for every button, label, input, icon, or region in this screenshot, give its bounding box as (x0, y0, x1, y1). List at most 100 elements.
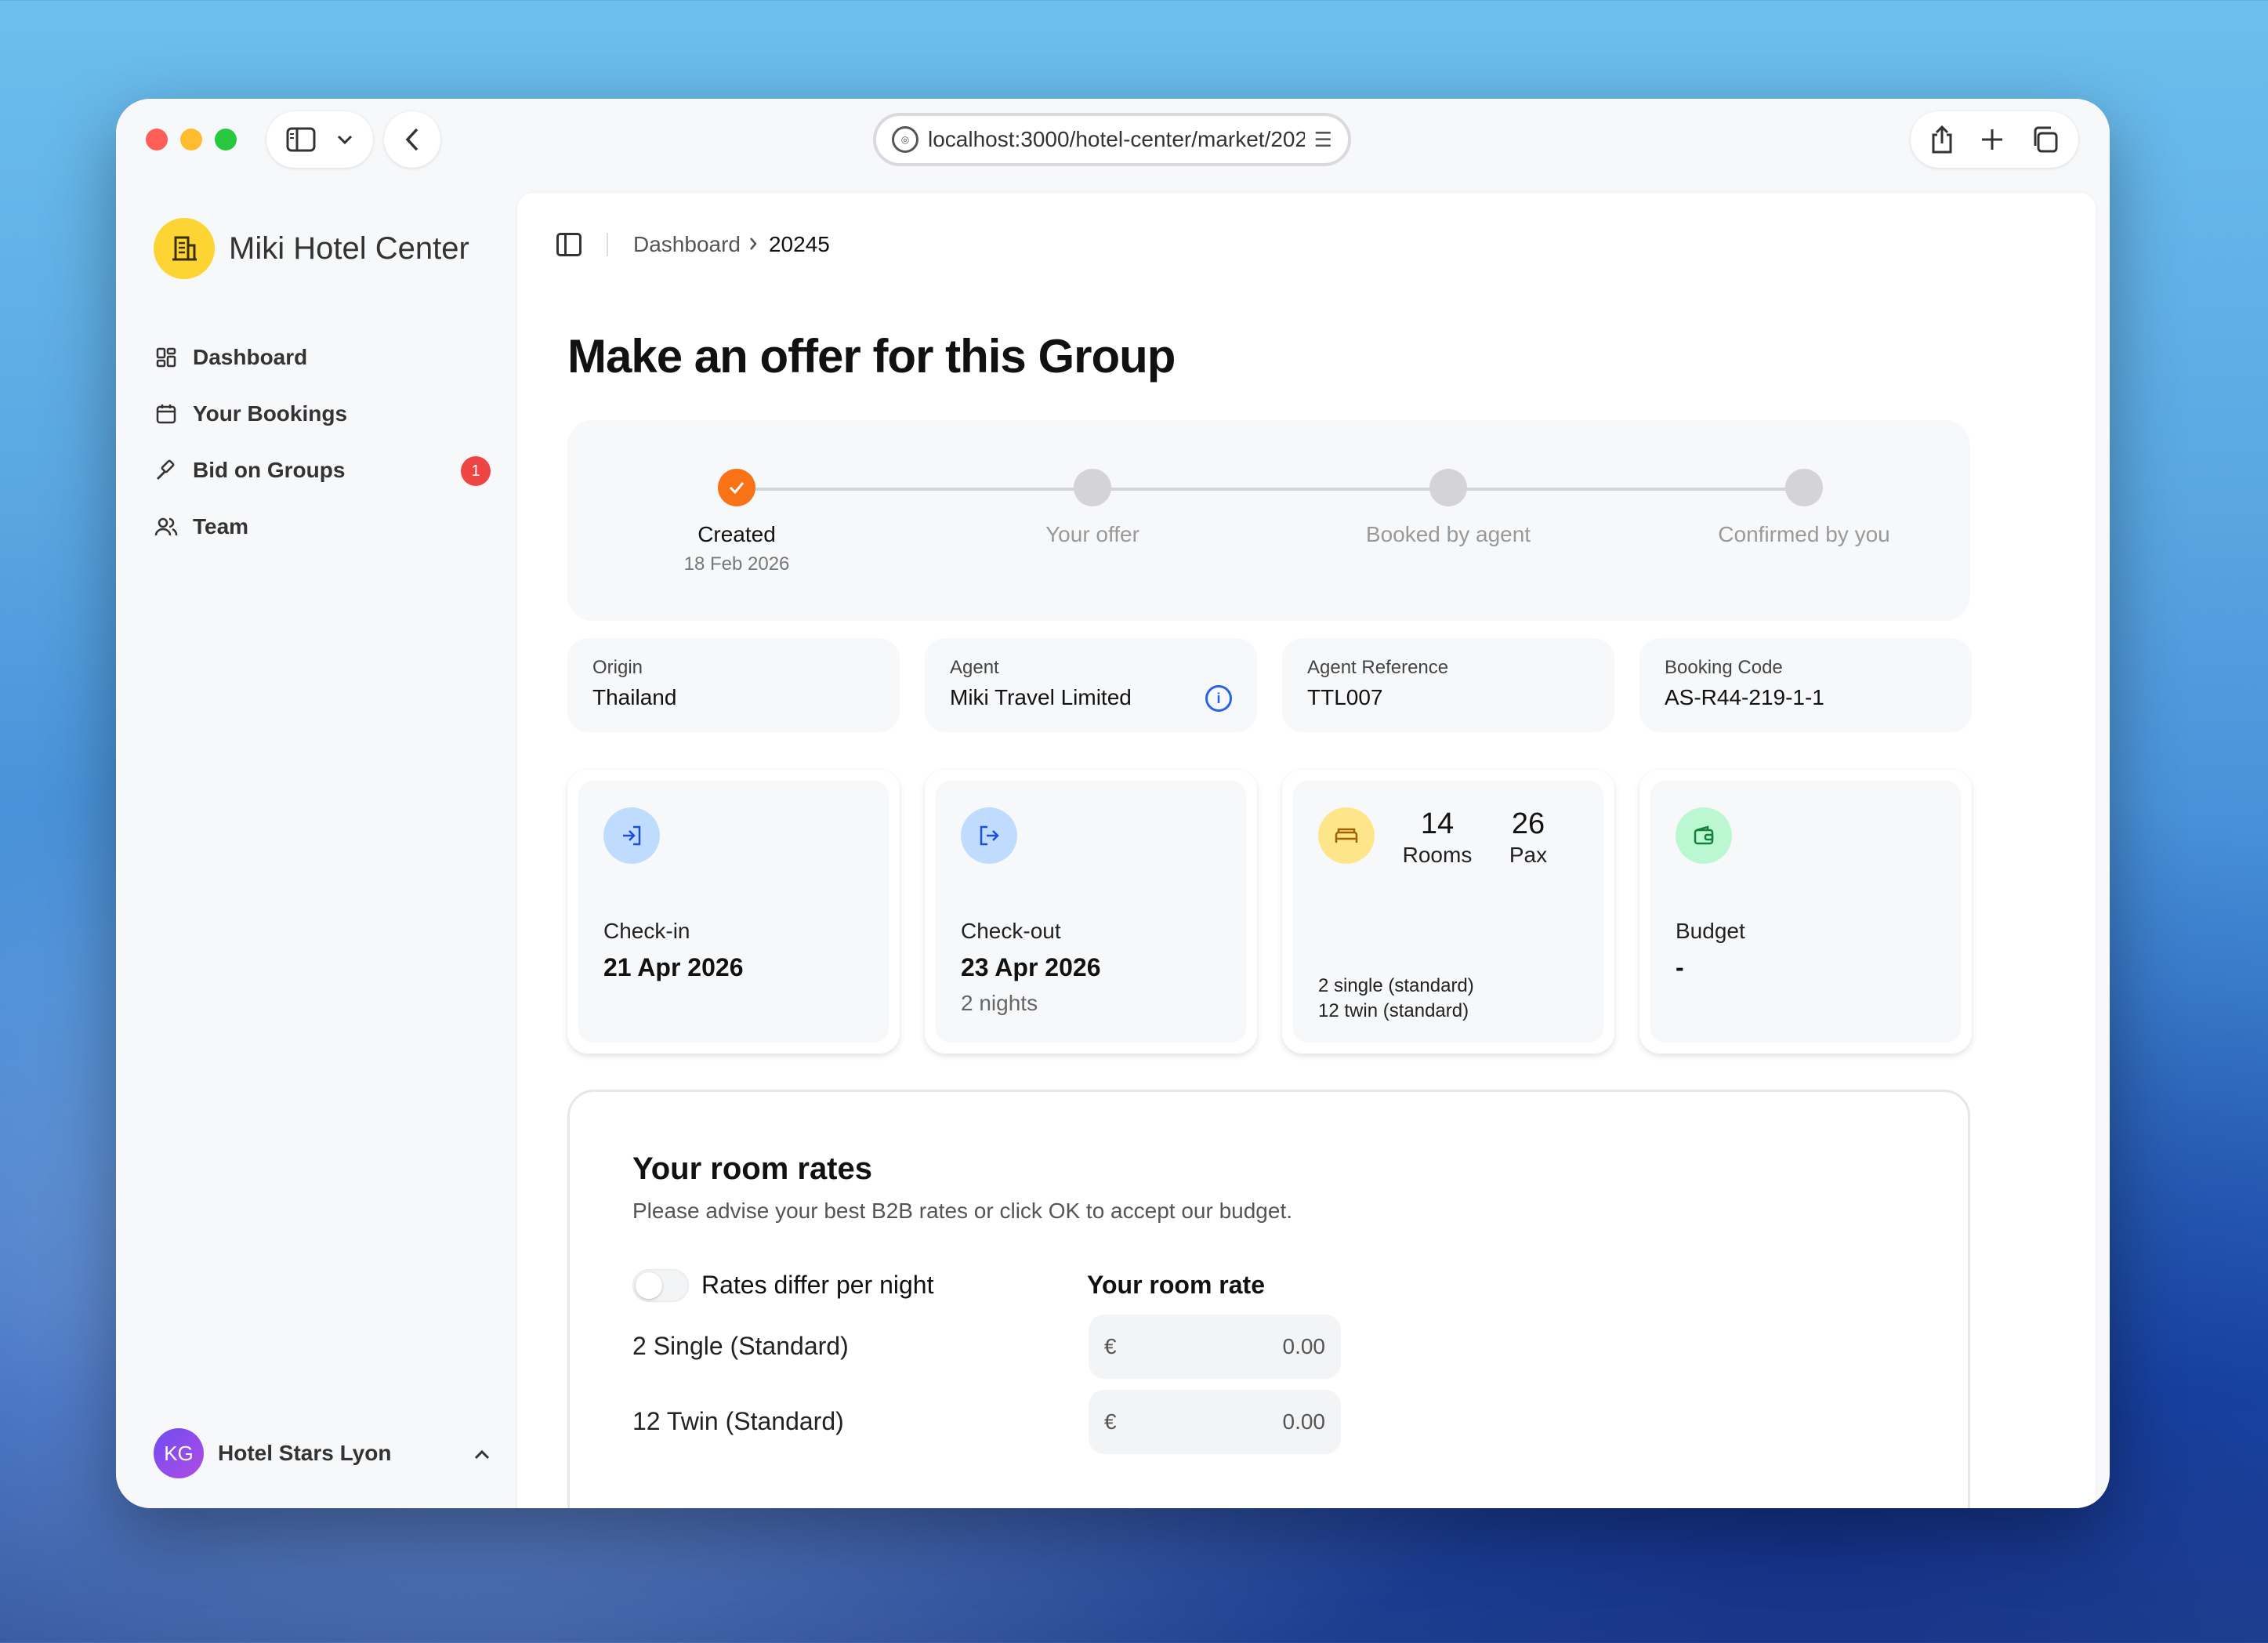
back-button[interactable] (384, 111, 440, 168)
sidebar-item-label: Bid on Groups (193, 458, 346, 482)
breadcrumb-dashboard-link[interactable]: Dashboard (633, 232, 741, 257)
browser-sidebar-icon[interactable] (286, 127, 316, 152)
wallet-icon (1676, 807, 1732, 864)
address-bar[interactable]: ◎ localhost:3000/hotel-center/market/202… (873, 113, 1351, 166)
single-rate-input[interactable]: € 0.00 (1089, 1315, 1341, 1379)
chevron-right-icon (748, 232, 758, 257)
sidebar-item-team[interactable]: Team (154, 499, 491, 555)
step-label: Confirmed by you (1718, 522, 1890, 546)
agent-reference-card: Agent Reference TTL007 (1282, 638, 1614, 732)
budget-value: - (1676, 953, 1684, 981)
section-title: Your room rates (632, 1152, 872, 1186)
zoom-window-button[interactable] (215, 129, 237, 151)
new-tab-icon[interactable] (1980, 128, 2004, 151)
rate-column-title: Your room rate (1087, 1271, 1265, 1299)
twin-rate-input[interactable]: € 0.00 (1089, 1390, 1341, 1454)
brand[interactable]: Miki Hotel Center (154, 218, 469, 279)
room-line: 2 single (standard) (1318, 975, 1474, 996)
users-icon (154, 516, 179, 538)
minimize-window-button[interactable] (180, 129, 202, 151)
step-label: Your offer (1045, 522, 1139, 546)
rooms-count: 14 Rooms (1390, 807, 1484, 868)
stepper-line (737, 488, 1806, 491)
main-content: Dashboard 20245 Make an offer for this G… (517, 193, 2096, 1508)
site-icon: ◎ (892, 126, 918, 153)
user-menu[interactable]: KG Hotel Stars Lyon (154, 1422, 491, 1485)
sign-out-icon (961, 807, 1017, 864)
step-dot (1074, 469, 1111, 506)
sidebar-item-label: Team (193, 514, 249, 539)
room-line: 12 twin (standard) (1318, 1000, 1469, 1021)
info-icon[interactable]: i (1205, 685, 1232, 712)
app-sidebar: Miki Hotel Center Dashboard Your Booking… (116, 191, 516, 1508)
share-icon[interactable] (1930, 125, 1954, 154)
reader-icon[interactable]: ☰ (1314, 128, 1332, 152)
agent-card: Agent Miki Travel Limited i (925, 638, 1257, 732)
progress-stepper: Created 18 Feb 2026 Your offer Booked by… (567, 420, 1970, 621)
info-label: Agent Reference (1307, 657, 1449, 678)
booking-code-card: Booking Code AS-R44-219-1-1 (1639, 638, 1972, 732)
page-title: Make an offer for this Group (567, 330, 1176, 383)
budget-label: Budget (1676, 919, 1745, 943)
chevron-down-icon[interactable] (336, 134, 353, 145)
bed-icon (1318, 807, 1375, 864)
checkout-date: 23 Apr 2026 (961, 953, 1101, 981)
nights-count: 2 nights (961, 991, 1038, 1015)
sidebar-item-label: Dashboard (193, 345, 308, 369)
room-breakdown: 2 single (standard) 12 twin (standard) (1318, 974, 1474, 1024)
step-date: 18 Feb 2026 (683, 553, 790, 575)
origin-value: Thailand (592, 685, 677, 709)
checkin-label: Check-in (603, 919, 690, 943)
user-name: Hotel Stars Lyon (218, 1441, 392, 1465)
info-label: Agent (950, 657, 999, 678)
step-created: Created 18 Feb 2026 (596, 469, 878, 575)
rooms-label: Rooms (1402, 843, 1473, 867)
brand-name: Miki Hotel Center (229, 230, 469, 266)
rates-differ-toggle[interactable] (632, 1269, 689, 1302)
origin-card: Origin Thailand (567, 638, 900, 732)
breadcrumb-current: 20245 (768, 232, 830, 256)
agent-value: Miki Travel Limited (950, 685, 1132, 709)
close-window-button[interactable] (146, 129, 168, 151)
sidebar-item-dashboard[interactable]: Dashboard (154, 329, 491, 386)
step-your-offer: Your offer (951, 469, 1234, 547)
rate-row-label: 2 Single (Standard) (632, 1332, 849, 1360)
hotel-building-icon (154, 218, 215, 279)
rooms-card: 14 Rooms 26 Pax 2 single (standard) 12 t… (1282, 770, 1614, 1054)
info-label: Origin (592, 657, 643, 678)
step-dot (1785, 469, 1823, 506)
pax-number: 26 (1511, 807, 1545, 840)
info-label: Booking Code (1665, 657, 1783, 678)
tabs-overview-icon[interactable] (2031, 125, 2059, 154)
sidebar-item-label: Your Bookings (193, 401, 348, 426)
sidebar-toggle-group (266, 111, 373, 168)
divider (607, 233, 608, 256)
currency-symbol: € (1104, 1409, 1117, 1434)
section-subtitle: Please advise your best B2B rates or cli… (632, 1199, 1292, 1223)
step-label: Booked by agent (1365, 522, 1531, 546)
agent-reference-value: TTL007 (1307, 685, 1383, 709)
sidebar-item-bid-on-groups[interactable]: Bid on Groups 1 (154, 442, 491, 499)
chevron-up-icon[interactable] (473, 1442, 491, 1466)
checkin-card: Check-in 21 Apr 2026 (567, 770, 900, 1054)
checkin-date: 21 Apr 2026 (603, 953, 744, 981)
toggle-sidebar-icon[interactable] (556, 233, 581, 256)
checkout-card: Check-out 23 Apr 2026 2 nights (925, 770, 1257, 1054)
sidebar-item-your-bookings[interactable]: Your Bookings (154, 386, 491, 442)
step-booked-by-agent: Booked by agent (1307, 469, 1589, 547)
toolbar-right-group (1911, 111, 2078, 168)
step-confirmed-by-you: Confirmed by you (1663, 469, 1945, 547)
gavel-icon (154, 459, 179, 481)
step-dot (1429, 469, 1467, 506)
browser-toolbar: ◎ localhost:3000/hotel-center/market/202… (116, 99, 2110, 191)
rate-value: 0.00 (1282, 1334, 1326, 1358)
checkout-label: Check-out (961, 919, 1061, 943)
rate-value: 0.00 (1282, 1409, 1326, 1434)
currency-symbol: € (1104, 1334, 1117, 1358)
budget-card: Budget - (1639, 770, 1972, 1054)
notification-badge: 1 (461, 456, 491, 486)
url-text: localhost:3000/hotel-center/market/20245 (928, 127, 1305, 151)
pax-label: Pax (1509, 843, 1548, 867)
sidebar-nav: Dashboard Your Bookings Bid on Groups 1 (154, 329, 491, 555)
room-rates-section: Your room rates Please advise your best … (567, 1090, 1970, 1508)
